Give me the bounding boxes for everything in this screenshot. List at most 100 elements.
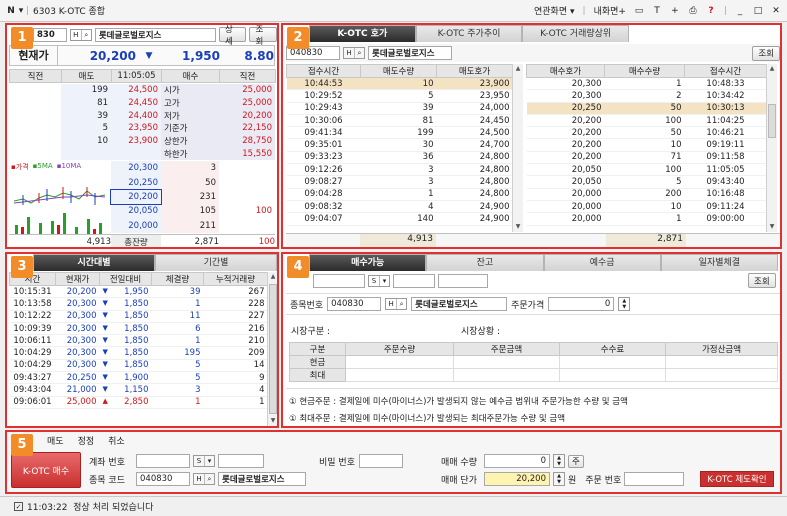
code-search-buttons[interactable]: H ⌕	[193, 473, 215, 485]
sell-scrollbar[interactable]: ▲ ▼	[512, 64, 523, 232]
query-button[interactable]: 조회	[748, 273, 776, 288]
my-screen-menu[interactable]: 내화면+	[594, 4, 626, 17]
sell-order-row[interactable]: 09:33:23 36 24,800	[286, 151, 513, 165]
tab-balance[interactable]: 잔고	[426, 254, 544, 271]
buy-order-row[interactable]: 20,050 5 09:43:40	[526, 175, 767, 189]
stock-code-input[interactable]: 040830	[327, 297, 382, 311]
buy-order-row[interactable]: 20,300 2 10:34:42	[526, 89, 767, 103]
buy-order-row[interactable]: 20,000 200 10:16:48	[526, 188, 767, 201]
trade-row[interactable]: 10:13:58 20,300 ▼ 1,850 1 228	[9, 297, 268, 311]
order-number-input[interactable]	[624, 472, 685, 486]
buy-order-row[interactable]: 20,050 100 11:05:05	[526, 163, 767, 177]
k-otc-system-confirm-button[interactable]: K-OTC 제도확인	[700, 471, 774, 487]
bid-row[interactable]: 20,300 3	[111, 161, 275, 176]
buy-order-row[interactable]: 20,250 50 10:30:13	[526, 102, 767, 115]
ask-row[interactable]: 5 23,950 기준가 22,150	[9, 122, 275, 135]
sell-order-row[interactable]: 09:08:27 3 24,800	[286, 175, 513, 189]
trade-row[interactable]: 10:15:31 20,200 ▼ 1,950 39 267	[9, 285, 268, 299]
minimize-icon[interactable]: _	[735, 6, 745, 16]
share-unit-button[interactable]: 주	[568, 454, 584, 468]
bid-row[interactable]: 20,050 105 100	[111, 204, 275, 219]
tab-otc-volume-top[interactable]: K-OTC 거래량상위	[522, 25, 630, 42]
account-sub-input[interactable]	[393, 274, 435, 288]
password-input[interactable]	[438, 274, 488, 288]
order-price-input[interactable]: 0	[548, 297, 615, 311]
account-input[interactable]	[136, 454, 190, 468]
close-icon[interactable]: ✕	[771, 6, 781, 16]
buy-order-row[interactable]: 20,300 1 10:48:33	[526, 77, 767, 91]
query-button[interactable]: 조회	[249, 25, 277, 47]
sell-order-row[interactable]: 09:41:34 199 24,500	[286, 126, 513, 140]
tab-otc-price-trend[interactable]: K-OTC 주가추이	[415, 25, 523, 42]
ask-row[interactable]: 199 24,500 시가 25,000	[9, 84, 275, 97]
bid-row[interactable]: 20,000 211	[111, 218, 275, 233]
account-select[interactable]: S ▾	[193, 455, 215, 467]
trade-row[interactable]: 10:04:29 20,300 ▼ 1,850 195 209	[9, 346, 268, 360]
tab-buy-available[interactable]: 매수가능	[309, 254, 427, 271]
tab-deposit[interactable]: 예수금	[543, 254, 661, 271]
tab-otc-quote[interactable]: K-OTC 호가	[309, 25, 416, 42]
maximize-icon[interactable]: □	[753, 6, 763, 16]
code-search-buttons[interactable]: H ⌕	[385, 298, 408, 310]
bid-row[interactable]: 20,200 231	[110, 188, 275, 206]
add-icon[interactable]: +	[670, 6, 680, 16]
trade-row[interactable]: 10:06:11 20,300 ▼ 1,850 1 210	[9, 334, 268, 348]
ask-row[interactable]: 10 23,900 상한가 28,750	[9, 134, 275, 148]
account-sub-input[interactable]	[218, 454, 264, 468]
sell-order-row[interactable]: 09:35:01 30 24,700	[286, 138, 513, 152]
tab-cancel[interactable]: 취소	[108, 434, 125, 447]
buy-order-row[interactable]: 20,200 100 11:04:25	[526, 114, 767, 128]
buy-order-row[interactable]: 20,000 1 09:00:00	[526, 212, 767, 226]
trade-row[interactable]: 09:43:27 20,250 ▼ 1,900 5 9	[9, 371, 268, 385]
related-screen-menu[interactable]: 연관화면 ▾	[534, 4, 575, 17]
k-otc-buy-button[interactable]: K-OTC 매수	[11, 452, 81, 488]
chevron-down-icon[interactable]: ▾	[16, 6, 26, 16]
ask-row[interactable]: 39 24,400 저가 20,200	[9, 109, 275, 123]
sell-order-row[interactable]: 10:29:52 5 23,950	[286, 89, 513, 103]
buy-order-row[interactable]: 20,000 10 09:11:24	[526, 200, 767, 214]
buy-order-row[interactable]: 20,200 50 10:46:21	[526, 126, 767, 140]
buy-scrollbar[interactable]: ▲ ▼	[766, 64, 777, 232]
query-button[interactable]: 조회	[752, 45, 780, 61]
tab-sell[interactable]: 매도	[47, 434, 64, 447]
price-stepper[interactable]: ▲ ▼	[618, 297, 631, 311]
ask-row[interactable]: 81 24,450 고가 25,000	[9, 96, 275, 110]
stock-code-input[interactable]: 040830	[136, 472, 190, 486]
sell-order-row[interactable]: 09:04:07 140 24,900	[286, 212, 513, 226]
tab-daily-execution[interactable]: 일자별체결	[660, 254, 778, 271]
print-icon[interactable]: ⎙	[688, 6, 698, 16]
stock-code-input[interactable]: 830	[33, 27, 67, 42]
sell-order-row[interactable]: 09:12:26 3 24,800	[286, 163, 513, 177]
account-input[interactable]	[313, 274, 365, 288]
font-icon[interactable]: T	[652, 6, 662, 16]
trade-row[interactable]: 09:06:01 25,000 ▲ 2,850 1 1	[9, 396, 268, 409]
account-select[interactable]: S ▾	[368, 275, 390, 287]
detail-button[interactable]: 상세	[218, 25, 247, 47]
monitor-icon[interactable]: ▭	[634, 6, 644, 16]
trade-row[interactable]: 10:12:22 20,300 ▼ 1,850 11 227	[9, 310, 268, 323]
qty-input[interactable]: 0	[484, 454, 550, 468]
price-input[interactable]: 20,200	[484, 472, 550, 486]
bid-row[interactable]: 20,250 50	[111, 175, 275, 190]
trade-row[interactable]: 10:04:29 20,300 ▼ 1,850 5 14	[9, 359, 268, 373]
code-search-buttons[interactable]: H ⌕	[69, 28, 92, 41]
trade-row[interactable]: 09:43:04 21,000 ▼ 1,150 3 4	[9, 383, 268, 397]
help-icon[interactable]: ?	[706, 6, 716, 16]
sell-order-row[interactable]: 10:29:43 39 24,000	[286, 102, 513, 115]
tab-by-period[interactable]: 기간별	[155, 254, 277, 271]
sell-order-row[interactable]: 10:44:53 10 23,900	[286, 77, 513, 91]
code-search-buttons[interactable]: H ⌕	[343, 47, 365, 59]
sell-order-row[interactable]: 09:04:28 1 24,800	[286, 188, 513, 201]
sell-order-row[interactable]: 09:08:32 4 24,900	[286, 200, 513, 214]
tab-by-time[interactable]: 시간대별	[33, 254, 155, 271]
password-input[interactable]	[358, 454, 403, 468]
ask-row[interactable]: 하한가 15,550	[9, 147, 275, 161]
time-trade-scrollbar[interactable]: ▲ ▼	[267, 272, 277, 426]
trade-row[interactable]: 10:09:39 20,300 ▼ 1,850 6 216	[9, 322, 268, 336]
buy-order-row[interactable]: 20,200 71 09:11:58	[526, 151, 767, 165]
menu-icon[interactable]: N	[6, 6, 16, 16]
buy-order-row[interactable]: 20,200 10 09:19:11	[526, 138, 767, 152]
tab-modify[interactable]: 정정	[78, 434, 95, 447]
price-stepper[interactable]: ▲ ▼	[553, 472, 565, 486]
sell-order-row[interactable]: 10:30:06 81 24,450	[286, 114, 513, 128]
